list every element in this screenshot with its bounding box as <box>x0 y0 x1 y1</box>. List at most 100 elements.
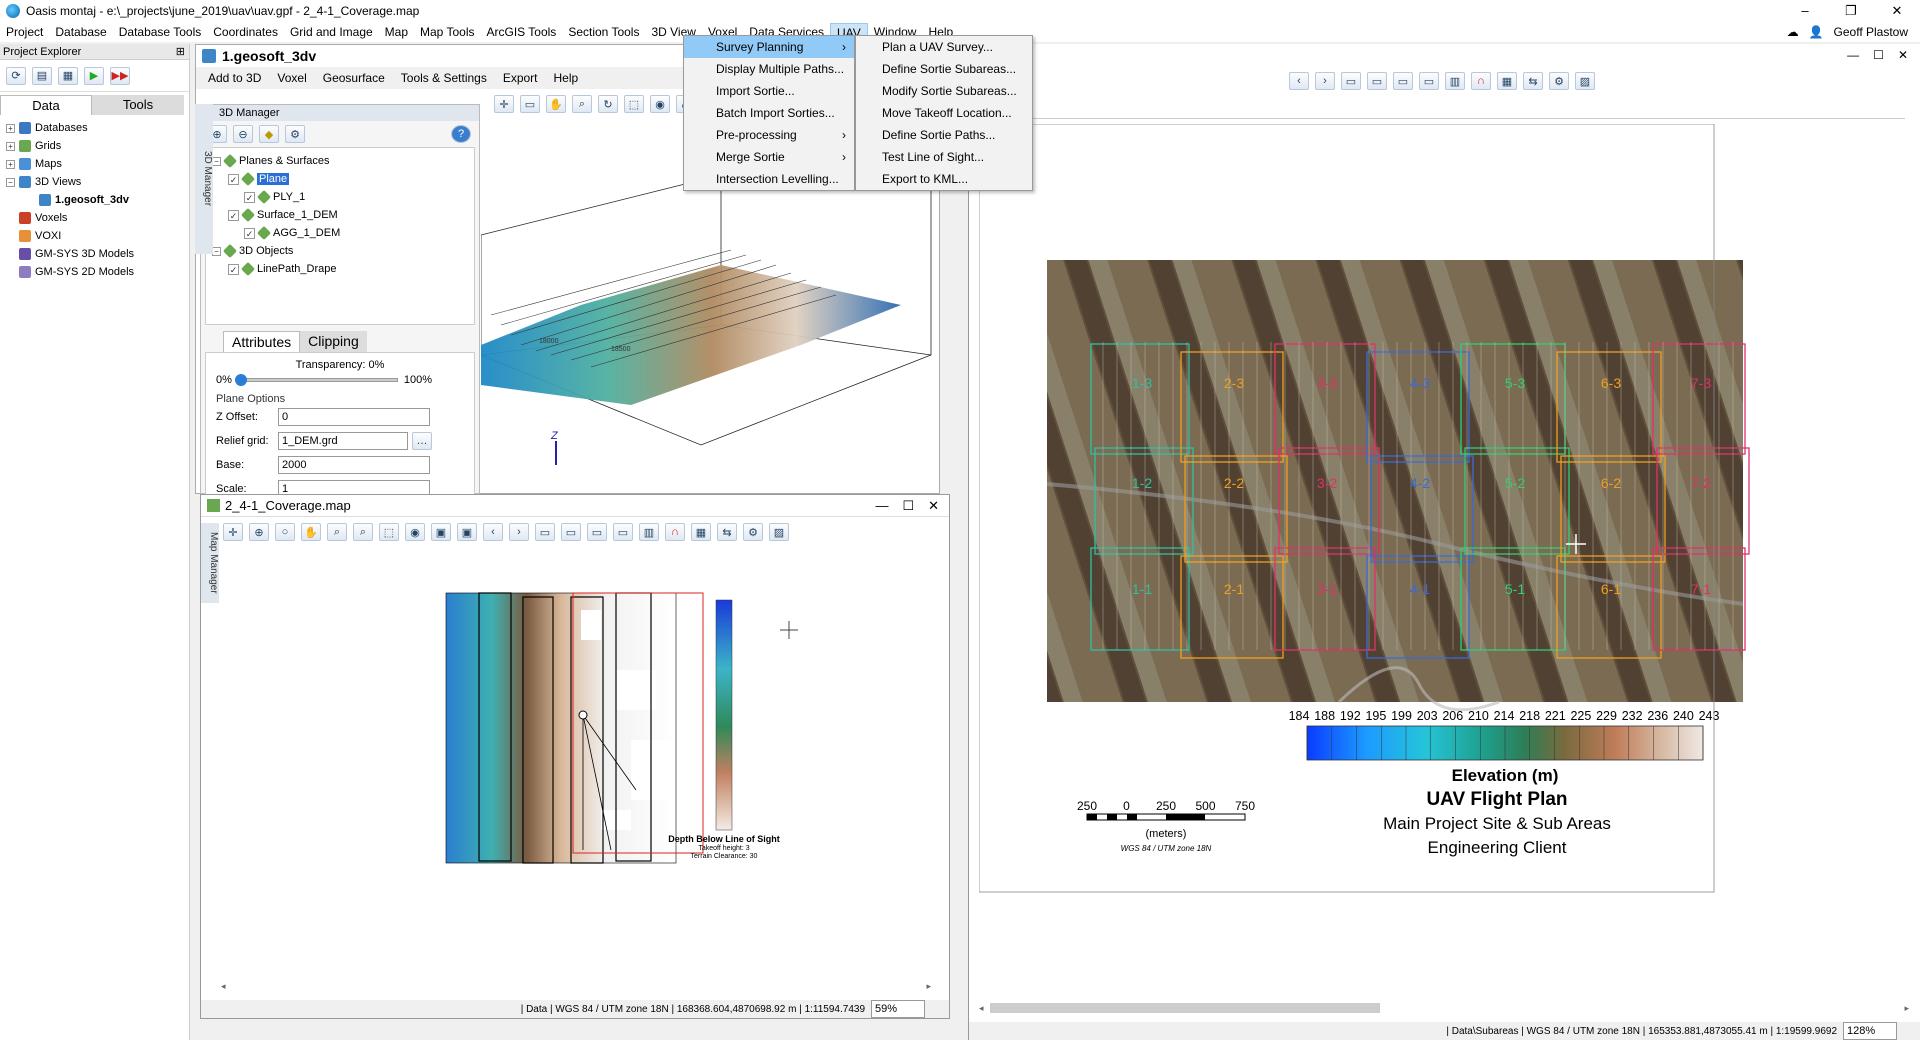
checkbox[interactable]: ✓ <box>228 209 239 221</box>
expand-icon[interactable]: − <box>212 156 221 166</box>
menu-database[interactable]: Database <box>49 23 112 41</box>
minimize-button[interactable]: – <box>1782 3 1828 19</box>
tree-item-databases[interactable]: + Databases <box>6 119 189 137</box>
close-map-button[interactable]: ✕ <box>928 498 939 514</box>
crosshair-icon[interactable]: ⊕ <box>249 523 269 541</box>
survey-menu-plan-a-uav-survey-[interactable]: Plan a UAV Survey... <box>856 36 1032 58</box>
database-icon[interactable]: ▤ <box>32 66 52 85</box>
remove-layer-icon[interactable]: ⊖ <box>233 125 253 143</box>
zoom-in-icon[interactable]: ⌕ <box>327 523 347 541</box>
survey-menu-modify-sortie-subareas-[interactable]: Modify Sortie Subareas... <box>856 80 1032 102</box>
relief-grid-select[interactable]: 1_DEM.grd <box>278 432 408 450</box>
menu-project[interactable]: Project <box>0 23 49 41</box>
view-d-icon[interactable]: ▭ <box>613 523 633 541</box>
view-b-icon[interactable]: ▭ <box>561 523 581 541</box>
tree-item-maps[interactable]: + Maps <box>6 155 189 173</box>
zoom-box-icon[interactable]: ⬚ <box>624 95 644 113</box>
checkbox[interactable]: ✓ <box>244 227 255 239</box>
forward-big-icon[interactable]: › <box>1315 72 1335 90</box>
magnet-big-icon[interactable]: ∩ <box>1471 72 1491 90</box>
tree-item-voxels[interactable]: Voxels <box>6 209 189 227</box>
link-icon[interactable]: ⇆ <box>717 523 737 541</box>
layer-3d-objects[interactable]: −3D Objects <box>212 242 474 260</box>
user-name[interactable]: Geoff Plastow <box>1834 25 1908 39</box>
globe-icon[interactable]: ◉ <box>650 95 670 113</box>
menu-section-tools[interactable]: Section Tools <box>562 23 645 41</box>
menu3d-add-to-3d[interactable]: Add to 3D <box>208 71 261 85</box>
menu-grid-and-image[interactable]: Grid and Image <box>284 23 379 41</box>
base-field[interactable]: 2000 <box>278 456 430 474</box>
tree-item-3d-views[interactable]: −3D Views <box>6 173 189 191</box>
view-big-b-icon[interactable]: ▭ <box>1367 72 1387 90</box>
gear-big-icon[interactable]: ⚙ <box>1549 72 1569 90</box>
diamond-icon[interactable]: ◆ <box>259 125 279 143</box>
big-horizontal-scrollbar[interactable]: ◂ ▸ <box>979 1002 1909 1014</box>
help-icon[interactable]: ? <box>451 125 471 143</box>
select-tool-icon[interactable]: ✛ <box>494 95 514 113</box>
close-big-button[interactable]: ✕ <box>1898 48 1908 62</box>
close-button[interactable]: ✕ <box>1874 3 1920 19</box>
uav-menu-batch-import-sorties-[interactable]: Batch Import Sorties... <box>684 102 854 124</box>
magnet-icon[interactable]: ∩ <box>665 523 685 541</box>
horizontal-scrollbar[interactable]: ◂ ▸ <box>221 981 931 993</box>
maximize-button[interactable]: ❐ <box>1828 3 1874 19</box>
view-a-icon[interactable]: ▭ <box>535 523 555 541</box>
z-offset-field[interactable]: 0 <box>278 408 430 426</box>
survey-menu-move-takeoff-location-[interactable]: Move Takeoff Location... <box>856 102 1032 124</box>
scroll-thumb[interactable] <box>989 1003 1380 1013</box>
link-big-icon[interactable]: ⇆ <box>1523 72 1543 90</box>
run-icon[interactable]: ▶ <box>84 66 104 85</box>
menu-coordinates[interactable]: Coordinates <box>207 23 284 41</box>
view-big-c-icon[interactable]: ▭ <box>1393 72 1413 90</box>
tree-item-gm-sys-2d-models[interactable]: GM-SYS 2D Models <box>6 263 189 281</box>
tab-attributes[interactable]: Attributes <box>223 331 301 352</box>
menu3d-export[interactable]: Export <box>503 71 538 85</box>
chart-icon[interactable]: ▥ <box>639 523 659 541</box>
layer-plane[interactable]: ✓ Plane <box>212 170 474 188</box>
pan-icon[interactable]: ✋ <box>546 95 566 113</box>
select-icon[interactable]: ✛ <box>223 523 243 541</box>
subareas-map-canvas[interactable]: 1-3 2-3 3-3 4-3 5-3 6-3 7-3 1-2 2-2 3-2 4-2 5-2 6-2 7… <box>979 124 1889 994</box>
survey-menu-export-to-kml-[interactable]: Export to KML... <box>856 168 1032 190</box>
grid-toggle-icon[interactable]: ▦ <box>691 523 711 541</box>
layer-ply-1[interactable]: ✓ PLY_1 <box>212 188 474 206</box>
tree-item-voxi[interactable]: VOXI <box>6 227 189 245</box>
tab-tools[interactable]: Tools <box>92 95 184 115</box>
expand-icon[interactable]: − <box>6 177 15 187</box>
user-icon[interactable]: 👤 <box>1809 25 1824 39</box>
pin-icon[interactable]: ⊞ <box>176 44 189 59</box>
layer-planes-surfaces[interactable]: − Planes & Surfaces <box>212 152 474 170</box>
zoom-icon[interactable]: ⌕ <box>572 95 592 113</box>
refresh-icon[interactable]: ⟳ <box>6 66 26 85</box>
uav-menu-display-multiple-paths-[interactable]: Display Multiple Paths... <box>684 58 854 80</box>
expand-icon[interactable]: + <box>6 123 15 133</box>
survey-menu-define-sortie-paths-[interactable]: Define Sortie Paths... <box>856 124 1032 146</box>
circle-icon[interactable]: ○ <box>275 523 295 541</box>
slider-thumb[interactable] <box>234 374 247 386</box>
layer-linepath-drape[interactable]: ✓ LinePath_Drape <box>212 260 474 278</box>
map-manager-side-tab[interactable]: Map Manager <box>201 523 219 603</box>
pan-map-icon[interactable]: ✋ <box>301 523 321 541</box>
uav-menu-survey-planning[interactable]: Survey Planning › <box>684 36 854 58</box>
image-big-icon[interactable]: ▨ <box>1575 72 1595 90</box>
layer-agg-1-dem[interactable]: ✓ AGG_1_DEM <box>212 224 474 242</box>
maximize-map-button[interactable]: ☐ <box>902 498 914 514</box>
menu3d-help[interactable]: Help <box>554 71 579 85</box>
globe-map-icon[interactable]: ◉ <box>405 523 425 541</box>
survey-menu-define-sortie-subareas-[interactable]: Define Sortie Subareas... <box>856 58 1032 80</box>
layer-b-icon[interactable]: ▣ <box>457 523 477 541</box>
back-big-icon[interactable]: ‹ <box>1289 72 1309 90</box>
menu-map[interactable]: Map <box>379 23 414 41</box>
menu3d-tools-settings[interactable]: Tools & Settings <box>401 71 487 85</box>
tab-data[interactable]: Data <box>0 95 92 115</box>
rotate-icon[interactable]: ↻ <box>598 95 618 113</box>
maximize-big-button[interactable]: ☐ <box>1873 48 1884 62</box>
view-big-a-icon[interactable]: ▭ <box>1341 72 1361 90</box>
uav-menu-import-sortie-[interactable]: Import Sortie... <box>684 80 854 102</box>
coverage-map-canvas[interactable]: Depth Below Line of Sight Takeoff height… <box>221 550 931 970</box>
minimize-map-button[interactable]: — <box>875 498 888 514</box>
menu3d-voxel[interactable]: Voxel <box>277 71 306 85</box>
view-big-d-icon[interactable]: ▭ <box>1419 72 1439 90</box>
back-icon[interactable]: ‹ <box>483 523 503 541</box>
menu-map-tools[interactable]: Map Tools <box>414 23 480 41</box>
